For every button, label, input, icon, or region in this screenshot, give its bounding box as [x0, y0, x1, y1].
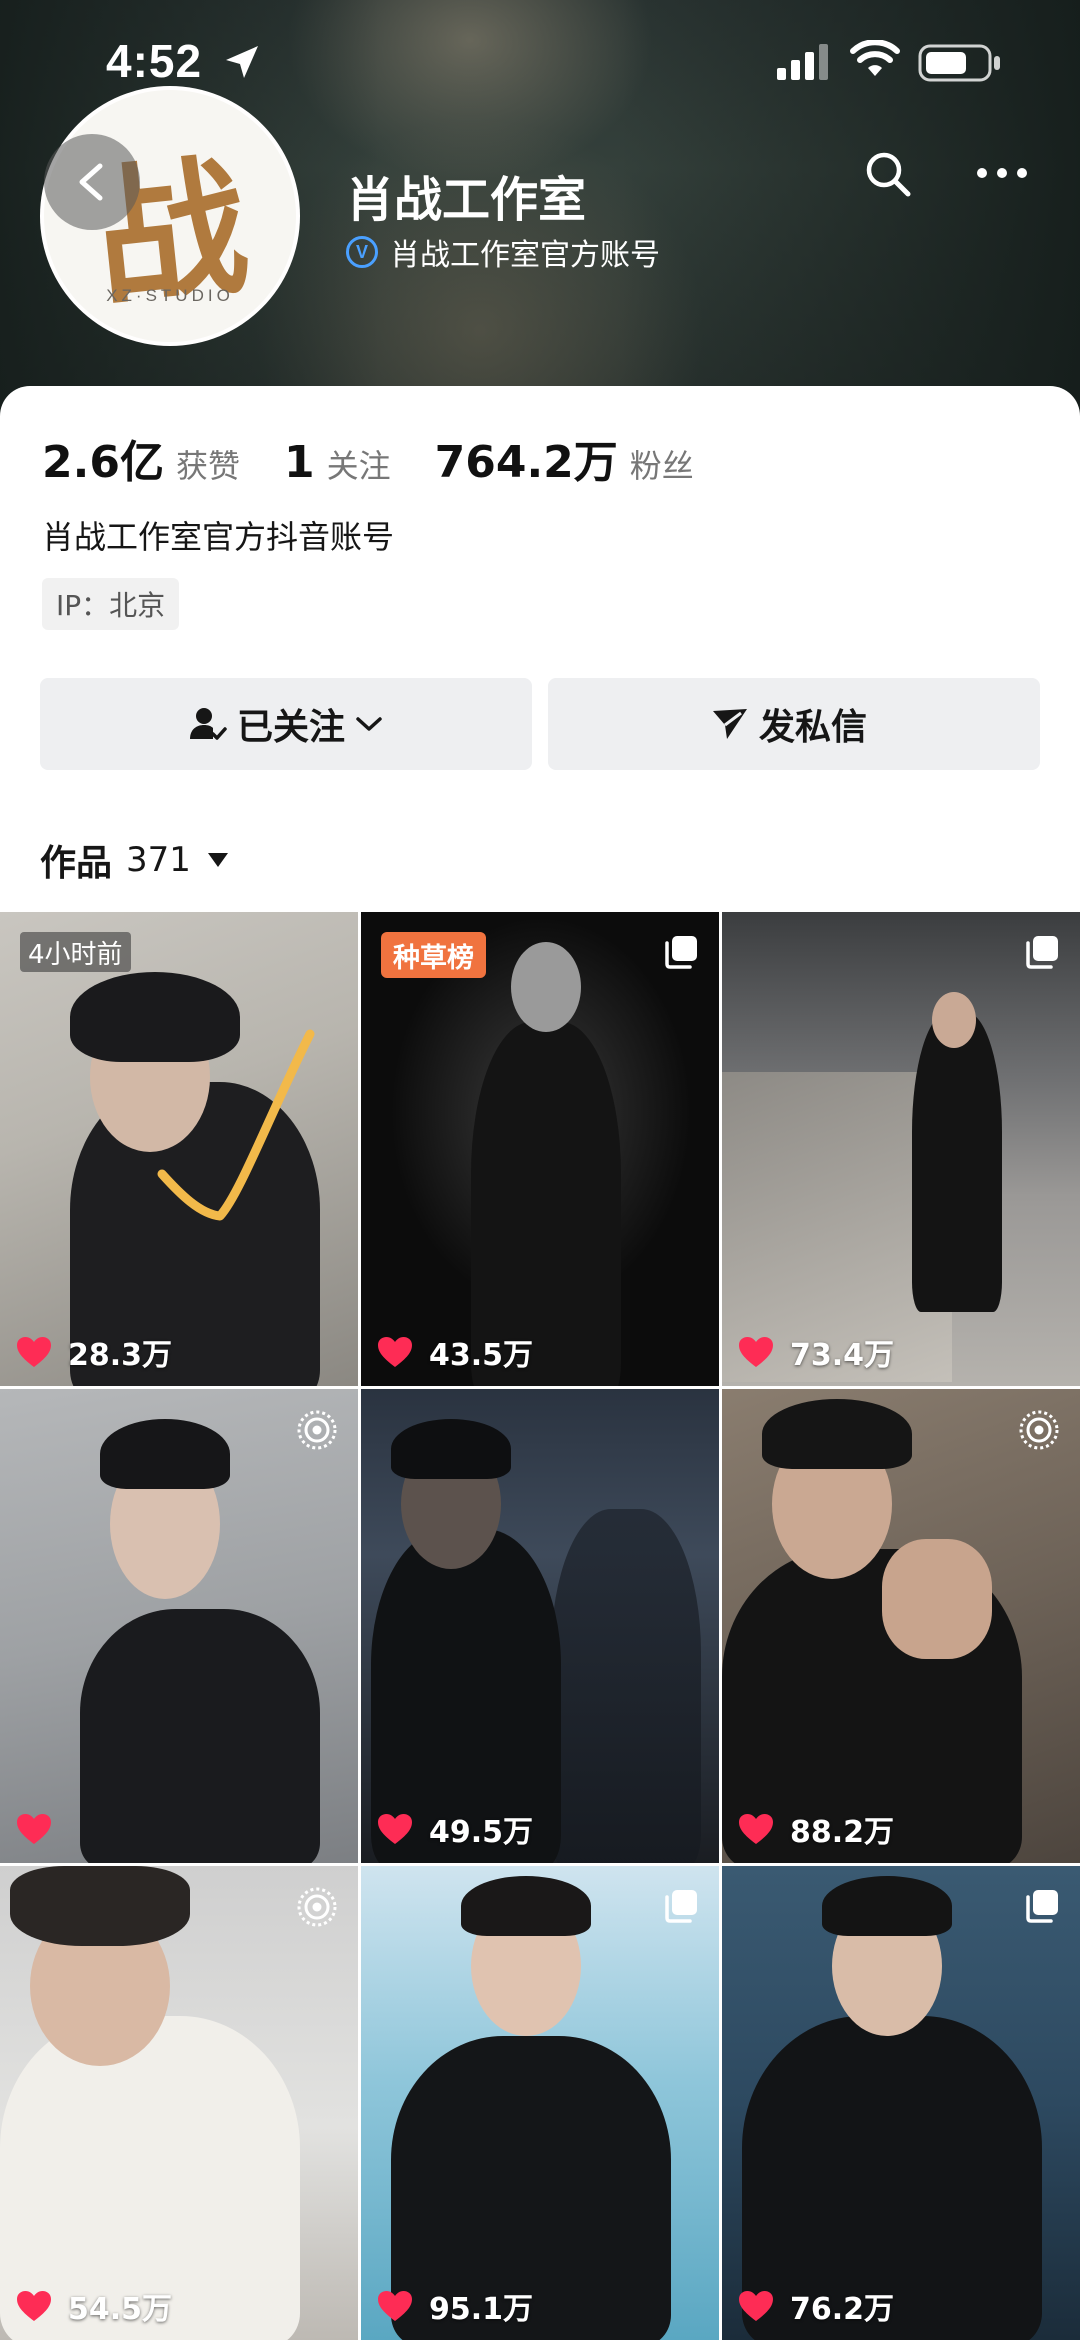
verified-badge-icon: V	[346, 236, 378, 268]
heart-icon	[739, 1814, 773, 1844]
action-row: 已关注 发私信	[40, 678, 1040, 770]
multi-image-icon	[1026, 1890, 1058, 1923]
video-grid: 4小时前 28.3万 种草榜 43.5万 73.4万 49.5万 88.2万 5…	[0, 912, 1080, 2340]
bio-text: 肖战工作室官方抖音账号	[42, 518, 395, 556]
works-label: 作品	[40, 843, 113, 884]
video-tile[interactable]: 4小时前 28.3万	[0, 912, 358, 1386]
heart-icon	[17, 2291, 51, 2321]
video-tile[interactable]: 76.2万	[722, 1866, 1080, 2340]
like-count: 28.3万	[68, 1338, 173, 1373]
multi-image-icon	[1026, 936, 1058, 969]
following-label[interactable]: 关注	[327, 441, 391, 487]
following-count[interactable]: 1	[284, 437, 315, 488]
like-count: 88.2万	[790, 1815, 895, 1850]
battery-icon	[918, 44, 1000, 82]
chevron-left-icon	[79, 163, 103, 201]
verified-text: 肖战工作室官方账号	[390, 238, 660, 273]
paper-plane-icon	[712, 709, 747, 739]
heart-icon	[378, 2291, 412, 2321]
like-row: 76.2万	[738, 2284, 894, 2328]
send-message-label: 发私信	[758, 707, 867, 748]
followed-button[interactable]: 已关注	[40, 678, 532, 770]
works-filter[interactable]: 作品 371	[40, 830, 229, 890]
like-row	[16, 1807, 68, 1851]
location-arrow-icon	[226, 46, 258, 78]
like-count: 54.5万	[68, 2292, 173, 2327]
like-count: 95.1万	[429, 2292, 534, 2327]
ip-location-tag: IP：北京	[42, 578, 180, 630]
multi-image-icon	[665, 1890, 697, 1923]
like-count: 49.5万	[429, 1815, 534, 1850]
caret-down-icon	[207, 853, 228, 867]
like-row: 95.1万	[377, 2284, 533, 2328]
live-photo-icon	[297, 1410, 337, 1450]
video-tile[interactable]: 49.5万	[361, 1389, 719, 1863]
video-tile[interactable]: 95.1万	[361, 1866, 719, 2340]
verified-row: V 肖战工作室官方账号	[346, 232, 660, 273]
heart-icon	[17, 1814, 51, 1844]
like-count: 43.5万	[429, 1338, 534, 1373]
likes-count: 2.6亿	[42, 437, 164, 488]
user-check-icon	[189, 708, 227, 740]
like-row: 49.5万	[377, 1807, 533, 1851]
like-row: 88.2万	[738, 1807, 894, 1851]
live-photo-icon	[297, 1887, 337, 1927]
heart-icon	[739, 1337, 773, 1367]
chevron-down-icon	[356, 717, 382, 731]
like-row: 28.3万	[16, 1330, 172, 1374]
like-row: 54.5万	[16, 2284, 172, 2328]
video-tile[interactable]: 种草榜 43.5万	[361, 912, 719, 1386]
wifi-icon	[850, 40, 900, 76]
send-message-button[interactable]: 发私信	[548, 678, 1040, 770]
heart-icon	[378, 1337, 412, 1367]
works-count: 371	[126, 840, 191, 880]
heart-icon	[739, 2291, 773, 2321]
stats-row: 2.6亿 获赞 1 关注 764.2万 粉丝	[42, 426, 738, 496]
followers-count[interactable]: 764.2万	[435, 426, 618, 490]
video-tile[interactable]: 73.4万	[722, 912, 1080, 1386]
cellular-signal-icon	[777, 44, 828, 80]
ranking-badge: 种草榜	[381, 932, 486, 978]
live-photo-icon	[1019, 1410, 1059, 1450]
followers-label[interactable]: 粉丝	[630, 441, 694, 487]
multi-image-icon	[665, 936, 697, 969]
account-name: 肖战工作室	[346, 172, 587, 228]
heart-icon	[378, 1814, 412, 1844]
video-tile[interactable]: 88.2万	[722, 1389, 1080, 1863]
like-row: 73.4万	[738, 1330, 894, 1374]
more-options-icon[interactable]	[972, 150, 1032, 196]
posted-time-badge: 4小时前	[20, 932, 131, 972]
avatar-caption: XZ·STUDIO	[106, 286, 234, 305]
check-mark-doodle	[157, 1029, 315, 1221]
like-count: 76.2万	[790, 2292, 895, 2327]
followed-button-label: 已关注	[236, 707, 345, 748]
status-time: 4:52	[106, 35, 203, 87]
video-tile[interactable]	[0, 1389, 358, 1863]
heart-icon	[17, 1337, 51, 1367]
likes-label: 获赞	[175, 447, 240, 485]
video-tile[interactable]: 54.5万	[0, 1866, 358, 2340]
profile-info-card: 2.6亿 获赞 1 关注 764.2万 粉丝 肖战工作室官方抖音账号 IP：北京…	[0, 386, 1080, 910]
back-button[interactable]	[44, 134, 140, 230]
like-row: 43.5万	[377, 1330, 533, 1374]
like-count: 73.4万	[790, 1338, 895, 1373]
search-icon[interactable]	[862, 148, 914, 200]
